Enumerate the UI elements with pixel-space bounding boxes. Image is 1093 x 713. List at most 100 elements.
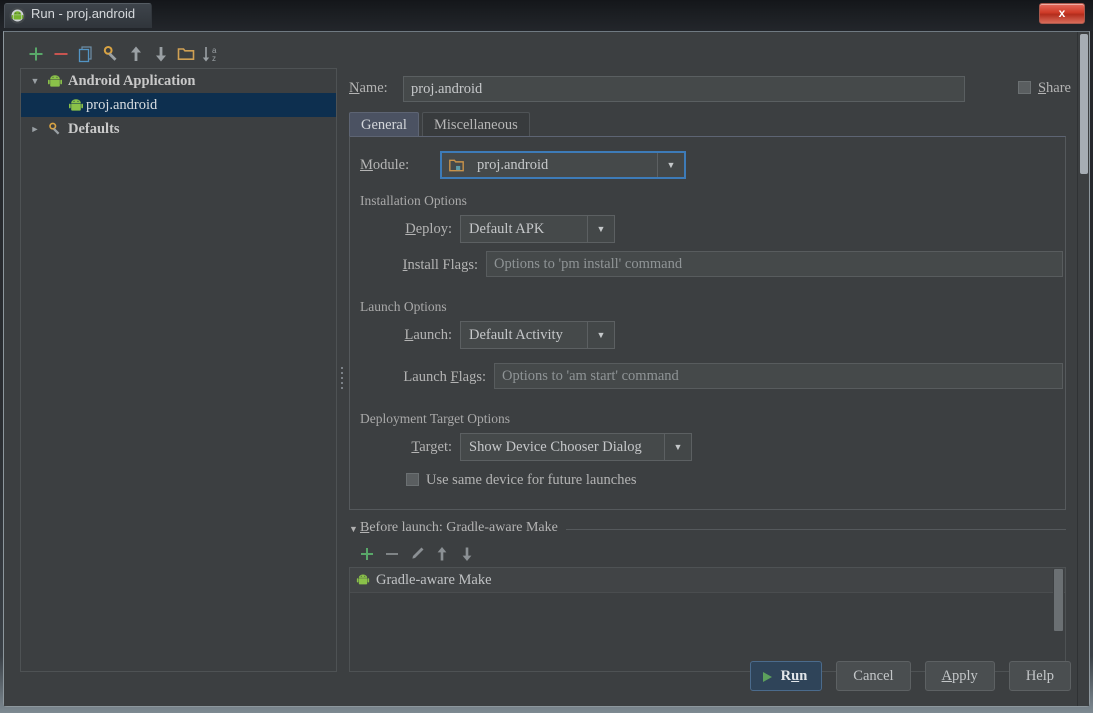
deploy-dropdown-value: Default APK [469,220,545,237]
sort-az-icon: a z [202,46,217,63]
list-item-label: Gradle-aware Make [376,572,492,588]
svg-text:z: z [212,54,216,63]
install-flags-label: Install Flags: [402,257,478,273]
deployment-target-options-title: Deployment Target Options [360,411,1053,427]
before-launch-header: ▼ Before launch: Gradle-aware Make [349,520,1066,538]
android-studio-icon [9,7,26,24]
edit-defaults-button[interactable] [101,44,121,64]
arrow-down-icon [462,547,472,561]
chevron-down-icon[interactable]: ▼ [587,322,614,348]
task-list-scrollbar[interactable] [1053,569,1064,671]
installation-options-group: Installation Options [360,193,1053,209]
move-up-button[interactable] [126,44,146,64]
configuration-editor: Name: Share General Miscellaneous Module… [349,40,1071,672]
task-list-scrollbar-thumb[interactable] [1054,569,1063,631]
wrench-icon [103,46,117,61]
add-configuration-button[interactable] [26,44,46,64]
dialog-scrollbar[interactable] [1077,32,1089,706]
edit-task-button[interactable] [407,543,427,565]
android-icon [69,99,83,111]
remove-task-button[interactable] [382,543,402,565]
name-row: Name: Share [349,76,1071,102]
dialog-footer: Run Cancel Apply Help [740,661,1071,691]
launch-dropdown[interactable]: Default Activity ▼ [460,321,615,349]
tab-general[interactable]: General [349,112,419,137]
run-button[interactable]: Run [749,661,823,691]
share-label: Share [1037,80,1071,96]
name-label: Name: [349,80,388,96]
launch-flags-label: Launch Flags: [403,369,486,385]
launch-dropdown-value: Default Activity [469,326,563,343]
wrench-icon [49,122,60,135]
tree-node-proj-android[interactable]: proj.android [21,93,336,117]
chevron-down-icon[interactable]: ▼ [664,434,691,460]
pencil-icon [412,547,424,559]
module-folder-icon [449,159,464,171]
tree-node-android-application[interactable]: ▼ Android Application [21,69,336,93]
chevron-down-icon[interactable]: ▼ [657,153,684,177]
dialog-scrollbar-thumb[interactable] [1080,34,1088,174]
remove-configuration-button[interactable] [51,44,71,64]
deploy-label: Deploy: [405,221,452,237]
general-tab-panel: Module: proj.android ▼ Installation Opti… [349,136,1066,510]
tree-twisty[interactable]: ▼ [27,69,43,93]
before-launch-twisty[interactable]: ▼ [349,524,358,534]
tree-node-label: Defaults [68,121,120,137]
configurations-toolbar: a z [20,40,337,68]
deploy-dropdown[interactable]: Default APK ▼ [460,215,615,243]
before-launch-task-list: Gradle-aware Make [349,567,1066,672]
installation-options-title: Installation Options [360,193,1053,209]
apply-button[interactable]: Apply [924,661,995,691]
minus-icon [54,53,68,55]
task-move-down-button[interactable] [457,543,477,565]
copy-icon [78,46,92,63]
install-flags-input[interactable] [486,251,1063,277]
android-icon [48,75,62,87]
play-icon [762,672,772,682]
copy-configuration-button[interactable] [76,44,96,64]
tree-node-defaults[interactable]: ► Defaults [21,117,336,141]
tree-twisty[interactable]: ► [27,117,43,141]
launch-flags-input[interactable] [494,363,1063,389]
deployment-target-options-group: Deployment Target Options [360,411,1053,427]
launch-options-title: Launch Options [360,299,1053,315]
arrow-down-icon [156,47,166,62]
cancel-button[interactable]: Cancel [836,661,911,691]
arrow-up-icon [131,46,141,61]
launch-options-group: Launch Options [360,299,1053,315]
target-dropdown-value: Show Device Chooser Dialog [469,438,642,455]
folder-icon [177,48,195,60]
tree-node-label: proj.android [86,97,158,113]
target-dropdown[interactable]: Show Device Chooser Dialog ▼ [460,433,692,461]
task-move-up-button[interactable] [432,543,452,565]
module-label: Module: [360,157,410,173]
tab-miscellaneous[interactable]: Miscellaneous [422,112,530,137]
same-device-checkbox[interactable]: Use same device for future launches [406,471,637,491]
run-configurations-dialog: a z ▼ Android Application proj.android ►… [4,32,1089,706]
share-checkbox[interactable]: Share [1017,79,1071,99]
share-checkbox-box[interactable] [1017,81,1031,94]
tree-node-label: Android Application [68,73,196,89]
name-input[interactable] [403,76,965,102]
launch-label: Launch: [404,327,452,343]
plus-icon [361,548,373,560]
arrow-up-icon [437,547,447,561]
same-device-label: Use same device for future launches [426,471,637,488]
minus-icon [386,553,398,555]
sort-configurations-button[interactable]: a z [201,44,221,64]
move-into-folder-button[interactable] [176,44,196,64]
plus-icon [29,47,43,61]
move-down-button[interactable] [151,44,171,64]
add-task-button[interactable] [357,543,377,565]
target-label: Target: [411,439,452,455]
close-icon[interactable]: x [1039,3,1085,24]
before-launch-title: Before launch: Gradle-aware Make [360,520,566,536]
list-item[interactable]: Gradle-aware Make [350,568,1065,593]
configurations-tree: ▼ Android Application proj.android ► Def… [20,68,337,672]
module-dropdown[interactable]: proj.android ▼ [440,151,686,179]
same-device-checkbox-box[interactable] [406,473,419,486]
help-button[interactable]: Help [1008,661,1071,691]
splitter-grip-icon[interactable] [340,364,344,392]
chevron-down-icon[interactable]: ▼ [587,216,614,242]
os-window-frame: Run - proj.android x a z ▼ Android Appli… [0,0,1093,713]
